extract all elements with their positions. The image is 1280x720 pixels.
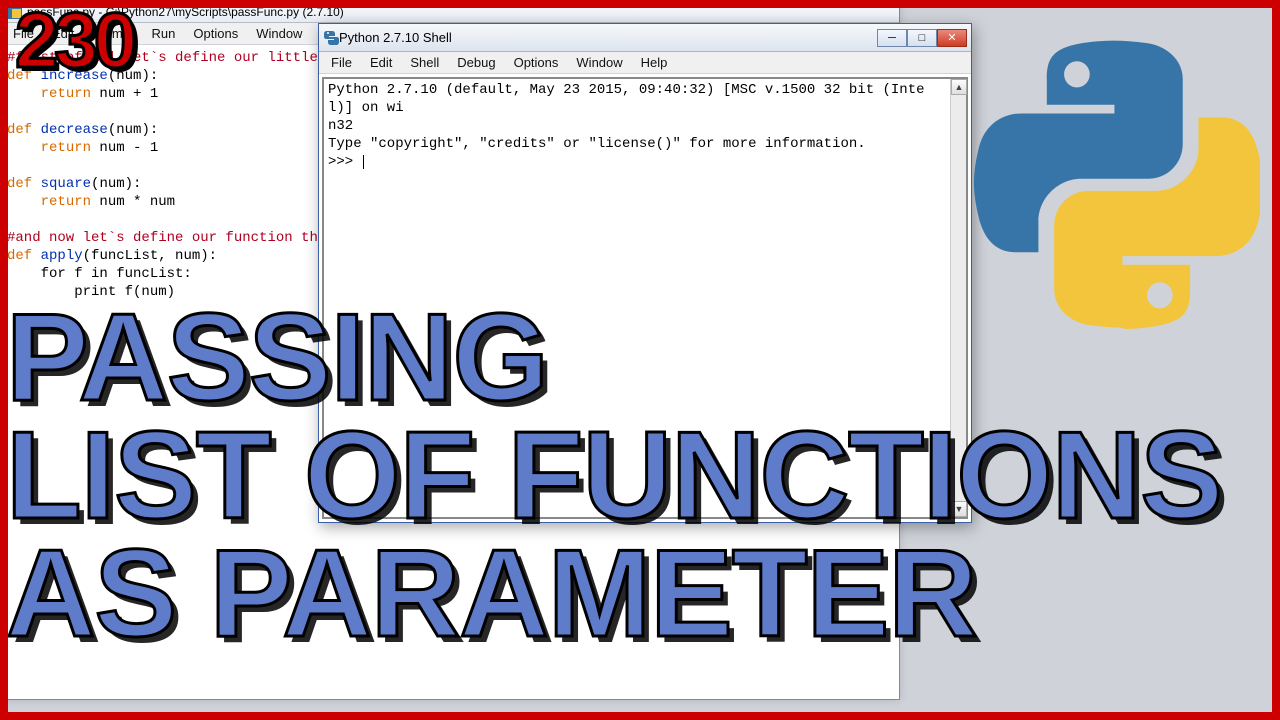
editor-menu-window[interactable]: Window: [248, 24, 310, 43]
shell-menu-help[interactable]: Help: [633, 53, 676, 72]
code-text: (num):: [108, 122, 158, 138]
shell-titlebar[interactable]: Python 2.7.10 Shell ─ □ ✕: [319, 24, 971, 52]
shell-prompt: >>>: [328, 153, 362, 171]
shell-menubar: File Edit Shell Debug Options Window Hel…: [319, 52, 971, 74]
code-kw: return: [41, 140, 91, 156]
code-kw: def: [7, 248, 32, 264]
window-controls: ─ □ ✕: [877, 29, 967, 47]
code-text: (funcList, num):: [83, 248, 217, 264]
code-kw: def: [7, 176, 32, 192]
shell-menu-file[interactable]: File: [323, 53, 360, 72]
minimize-button[interactable]: ─: [877, 29, 907, 47]
headline-line: AS PARAMETER: [6, 536, 1222, 654]
code-fname: decrease: [41, 122, 108, 138]
scroll-up-button[interactable]: ▲: [951, 79, 967, 95]
editor-titlebar: passFunc.py - C:\Python27\myScripts\pass…: [1, 1, 899, 23]
close-button[interactable]: ✕: [937, 29, 967, 47]
code-comment: #and now let`s define our function tha: [7, 230, 326, 246]
code-text: for f in funcList:: [7, 266, 192, 282]
python-shell-icon: [323, 30, 339, 46]
python-logo-icon: [970, 40, 1260, 330]
code-fname: square: [41, 176, 91, 192]
headline-overlay: PASSING LIST OF FUNCTIONS AS PARAMETER: [6, 300, 1222, 653]
code-text: num - 1: [91, 140, 158, 156]
shell-banner-line: Python 2.7.10 (default, May 23 2015, 09:…: [328, 82, 925, 116]
shell-menu-shell[interactable]: Shell: [402, 53, 447, 72]
text-caret: [363, 155, 364, 169]
code-kw: return: [41, 86, 91, 102]
shell-menu-edit[interactable]: Edit: [362, 53, 400, 72]
shell-menu-debug[interactable]: Debug: [449, 53, 503, 72]
code-text: (num):: [91, 176, 141, 192]
episode-number-overlay: 230: [15, 7, 133, 73]
code-fname: apply: [41, 248, 83, 264]
shell-menu-window[interactable]: Window: [568, 53, 630, 72]
maximize-button[interactable]: □: [907, 29, 937, 47]
editor-menu-run[interactable]: Run: [144, 24, 184, 43]
shell-menu-options[interactable]: Options: [506, 53, 567, 72]
code-text: num + 1: [91, 86, 158, 102]
shell-banner-line: Type "copyright", "credits" or "license(…: [328, 136, 866, 152]
shell-title-text: Python 2.7.10 Shell: [339, 30, 877, 45]
code-kw: return: [41, 194, 91, 210]
code-text: num * num: [91, 194, 175, 210]
code-kw: def: [7, 122, 32, 138]
editor-menu-options[interactable]: Options: [185, 24, 246, 43]
headline-line: LIST OF FUNCTIONS: [6, 418, 1222, 536]
shell-banner-line: n32: [328, 118, 353, 134]
